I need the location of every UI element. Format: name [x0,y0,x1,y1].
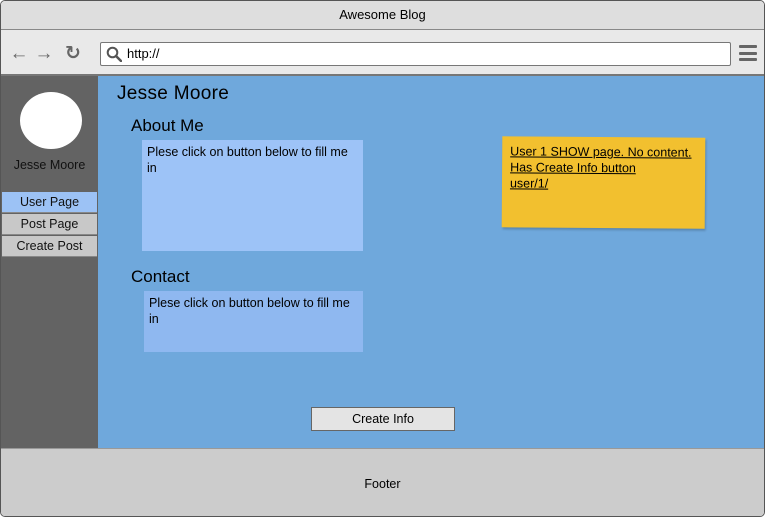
sticky-note: User 1 SHOW page. No content. Has Create… [501,136,706,229]
sidebar-item-create-post[interactable]: Create Post [2,236,97,257]
browser-toolbar: ← → ↻ http:// [1,30,764,76]
contact-text: Plese click on button below to fill me i… [144,291,363,352]
browser-window: Awesome Blog ← → ↻ http:// Jesse Moore U… [0,0,765,517]
footer: Footer [1,448,764,516]
main-content: Jesse Moore About Me Plese click on butt… [98,76,764,448]
sidebar-item-post-page[interactable]: Post Page [2,214,97,235]
create-info-button[interactable]: Create Info [311,407,455,431]
search-icon [106,46,122,62]
avatar [20,92,82,149]
url-text[interactable]: http:// [127,43,160,65]
sidebar-item-user-page[interactable]: User Page [2,192,97,213]
reload-icon[interactable]: ↻ [63,44,83,64]
about-me-heading: About Me [131,116,204,135]
window-title: Awesome Blog [1,1,764,30]
arrow-right-icon[interactable]: → [34,44,54,64]
page-title: Jesse Moore [117,83,230,104]
hamburger-menu-icon[interactable] [739,45,757,61]
contact-heading: Contact [131,267,190,286]
sidebar-user-name: Jesse Moore [13,158,86,172]
sidebar: Jesse Moore User Page Post Page Create P… [1,76,98,448]
arrow-left-icon[interactable]: ← [9,44,29,64]
note-description-link[interactable]: User 1 SHOW page. No content. Has Create… [510,144,692,175]
address-bar[interactable]: http:// [100,42,731,66]
note-url-link[interactable]: user/1/ [510,176,548,190]
about-me-text: Plese click on button below to fill me i… [142,140,363,251]
